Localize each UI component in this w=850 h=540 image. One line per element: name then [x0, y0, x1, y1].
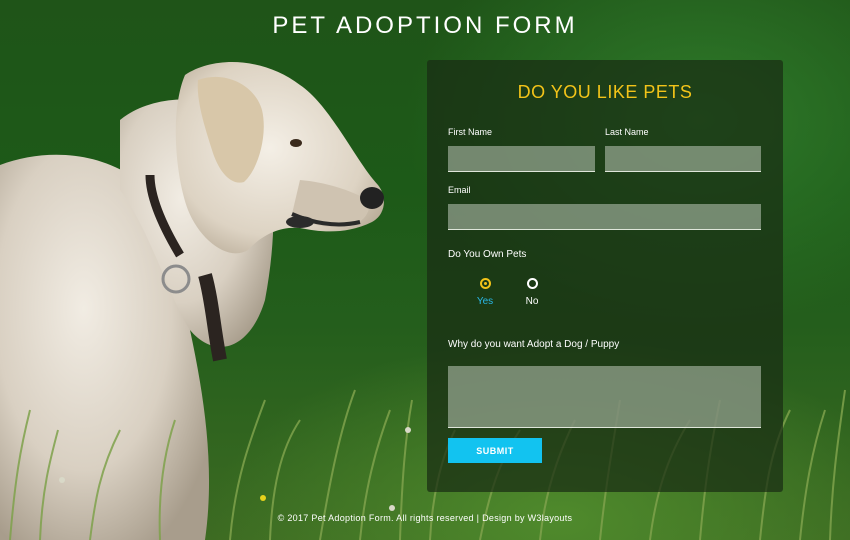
reason-textarea[interactable] [448, 366, 761, 428]
last-name-label: Last Name [605, 127, 649, 137]
email-label: Email [448, 185, 471, 195]
last-name-input[interactable] [605, 146, 761, 172]
adoption-form-panel: DO YOU LIKE PETS First Name Last Name Em… [427, 60, 783, 492]
radio-yes-label: Yes [476, 296, 494, 307]
radio-no-dot[interactable] [526, 278, 538, 289]
own-pets-label: Do You Own Pets [448, 249, 527, 260]
radio-no[interactable]: No [512, 278, 552, 307]
first-name-label: First Name [448, 127, 493, 137]
first-name-input[interactable] [448, 146, 595, 172]
email-input[interactable] [448, 204, 761, 230]
page: PET ADOPTION FORM DO YOU LIKE PETS First… [0, 0, 850, 540]
radio-yes-dot[interactable] [479, 278, 491, 289]
radio-yes[interactable]: Yes [465, 278, 505, 307]
page-title: PET ADOPTION FORM [272, 12, 578, 39]
submit-button[interactable]: SUBMIT [448, 438, 542, 463]
dog-photo [0, 62, 384, 540]
footer-copyright: © 2017 Pet Adoption Form. All rights res… [277, 513, 573, 523]
form-heading: DO YOU LIKE PETS [517, 82, 693, 102]
radio-no-label: No [525, 296, 539, 307]
reason-label: Why do you want Adopt a Dog / Puppy [448, 339, 620, 350]
